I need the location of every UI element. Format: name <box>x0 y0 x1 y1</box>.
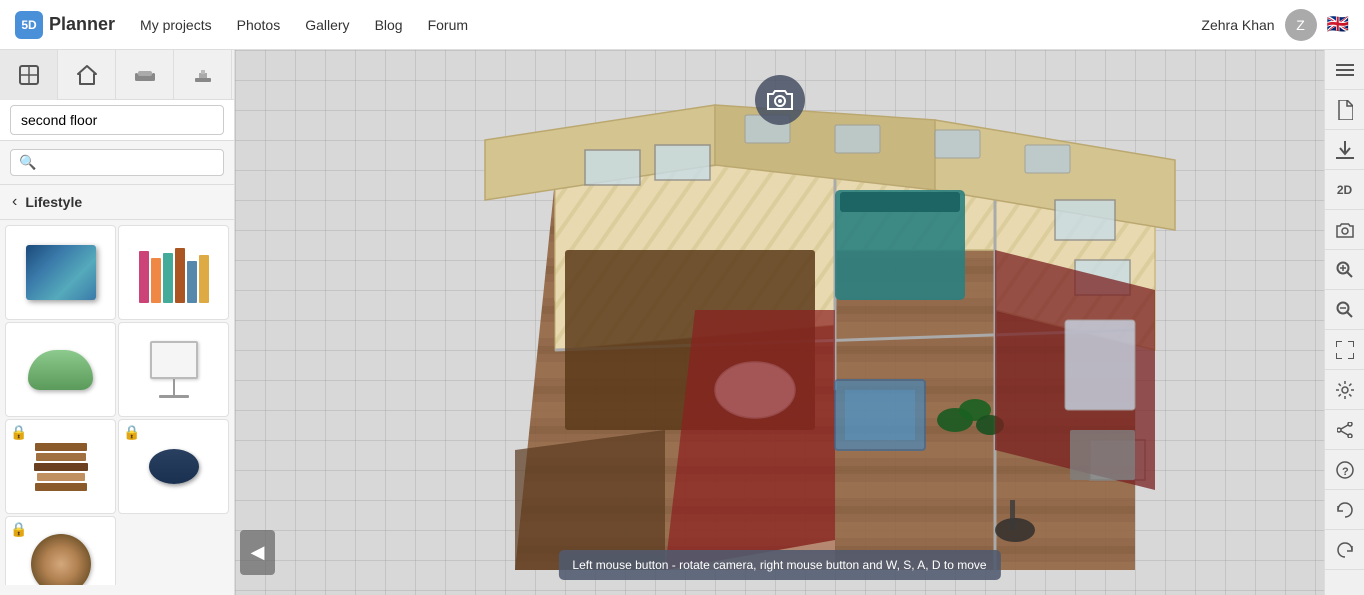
logo-text: Planner <box>49 14 115 35</box>
nav-my-projects[interactable]: My projects <box>140 17 212 33</box>
svg-text:?: ? <box>1342 466 1349 478</box>
sofa-icon[interactable] <box>116 50 174 100</box>
share-icon[interactable] <box>1325 410 1364 450</box>
nav-blog[interactable]: Blog <box>375 17 403 33</box>
left-arrow-icon: ◀ <box>251 542 265 563</box>
left-sidebar: first floor second floor third floor 🔍 ‹… <box>0 50 235 595</box>
logo[interactable]: 5D Planner <box>0 11 130 39</box>
category-header[interactable]: ‹ Lifestyle <box>0 185 234 220</box>
new-plan-icon[interactable] <box>0 50 58 100</box>
nav-links: My projects Photos Gallery Blog Forum <box>140 17 468 33</box>
tooltip: Left mouse button - rotate camera, right… <box>558 550 1000 580</box>
nav-photos[interactable]: Photos <box>237 17 281 33</box>
camera-snapshot-icon[interactable] <box>1325 210 1364 250</box>
item-rug[interactable]: 🔒 <box>5 516 116 585</box>
2d-view-icon[interactable]: 2D <box>1325 170 1364 210</box>
house-3d-view <box>235 50 1324 595</box>
search-input-wrap: 🔍 <box>10 149 224 176</box>
file-icon[interactable] <box>1325 90 1364 130</box>
item-books-pile[interactable]: 🔒 <box>5 419 116 514</box>
lock-icon-books-pile: 🔒 <box>10 424 27 441</box>
settings-icon[interactable] <box>1325 370 1364 410</box>
right-sidebar: 2D ? <box>1324 50 1364 595</box>
lock-icon-rug: 🔒 <box>10 521 27 538</box>
canvas-area[interactable]: ◀ Left mouse button - rotate camera, rig… <box>235 50 1324 595</box>
redo-icon[interactable] <box>1325 530 1364 570</box>
item-book-single[interactable] <box>5 225 116 320</box>
undo-icon[interactable] <box>1325 490 1364 530</box>
item-bathtub[interactable] <box>5 322 116 417</box>
category-label: Lifestyle <box>25 194 82 210</box>
top-nav: 5D Planner My projects Photos Gallery Bl… <box>0 0 1364 50</box>
home-icon[interactable] <box>58 50 116 100</box>
floor-selector-area: first floor second floor third floor <box>0 100 234 141</box>
nav-right: Zehra Khan Z 🇬🇧 <box>1201 9 1364 41</box>
help-icon[interactable]: ? <box>1325 450 1364 490</box>
search-bar: 🔍 <box>0 141 234 185</box>
download-icon[interactable] <box>1325 130 1364 170</box>
toolbar-icons <box>0 50 234 100</box>
item-books-colorful[interactable] <box>118 225 229 320</box>
camera-button[interactable] <box>755 75 805 125</box>
items-grid: 🔒 🔒 🔒 <box>0 220 234 585</box>
zoom-out-icon[interactable] <box>1325 290 1364 330</box>
tooltip-text: Left mouse button - rotate camera, right… <box>572 558 986 572</box>
floor-dropdown[interactable]: first floor second floor third floor <box>10 105 224 135</box>
search-input[interactable] <box>41 155 215 170</box>
outdoor-icon[interactable] <box>174 50 232 100</box>
nav-forum[interactable]: Forum <box>428 17 468 33</box>
lock-icon-cylinder: 🔒 <box>123 424 140 441</box>
zoom-in-icon[interactable] <box>1325 250 1364 290</box>
flag-icon: 🇬🇧 <box>1327 14 1349 35</box>
back-arrow-icon: ‹ <box>12 193 17 211</box>
search-icon: 🔍 <box>19 154 36 171</box>
left-nav-arrow[interactable]: ◀ <box>240 530 275 575</box>
hamburger-menu-icon[interactable] <box>1325 50 1364 90</box>
user-avatar[interactable]: Z <box>1285 9 1317 41</box>
item-cylinder-pillow[interactable]: 🔒 <box>118 419 229 514</box>
nav-gallery[interactable]: Gallery <box>305 17 349 33</box>
fullscreen-icon[interactable] <box>1325 330 1364 370</box>
user-name: Zehra Khan <box>1201 17 1274 33</box>
item-whiteboard[interactable] <box>118 322 229 417</box>
logo-icon: 5D <box>15 11 43 39</box>
